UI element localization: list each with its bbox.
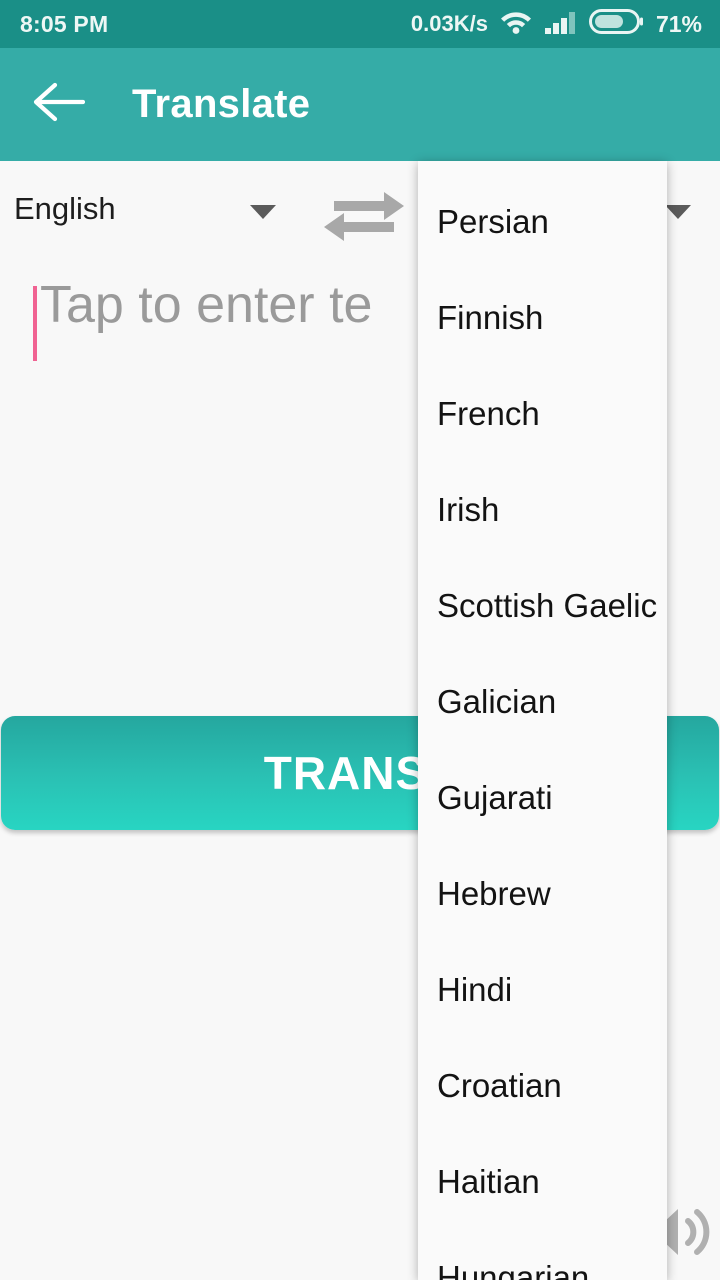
battery-percent-label: 71%: [655, 10, 702, 37]
battery-icon: [588, 8, 643, 40]
chevron-down-icon: [250, 205, 276, 219]
swap-horizontal-arrows-icon: [318, 192, 410, 249]
status-bar: 8:05 PM 0.03K/s 71%: [0, 0, 720, 48]
dropdown-item[interactable]: Croatian: [418, 1038, 667, 1134]
dropdown-item[interactable]: Persian: [418, 174, 667, 270]
dropdown-item[interactable]: Galician: [418, 654, 667, 750]
wifi-icon: [499, 9, 533, 40]
dropdown-item[interactable]: Hindi: [418, 942, 667, 1038]
dropdown-item[interactable]: Hebrew: [418, 846, 667, 942]
back-arrow-icon: [33, 81, 86, 128]
dropdown-item[interactable]: Scottish Gaelic: [418, 558, 667, 654]
status-bar-indicators: 0.03K/s 71%: [411, 8, 702, 40]
back-button[interactable]: [22, 68, 96, 142]
text-caret: [33, 286, 37, 361]
dropdown-item[interactable]: Hungarian: [418, 1230, 667, 1280]
page-title: Translate: [132, 82, 311, 126]
signal-bars-icon: [544, 9, 578, 40]
network-speed-label: 0.03K/s: [410, 11, 488, 36]
source-language-label: English: [14, 191, 116, 226]
dropdown-item[interactable]: French: [418, 366, 667, 462]
source-text-placeholder: Tap to enter te: [40, 276, 373, 334]
app-screen: 8:05 PM 0.03K/s 71% Translate English Ta…: [0, 0, 720, 1280]
app-bar: Translate: [0, 48, 720, 161]
dropdown-item[interactable]: Finnish: [418, 270, 667, 366]
chevron-down-icon: [665, 205, 691, 219]
dropdown-item[interactable]: Irish: [418, 462, 667, 558]
dropdown-item[interactable]: Haitian: [418, 1134, 667, 1230]
dropdown-item[interactable]: Gujarati: [418, 750, 667, 846]
language-dropdown-menu[interactable]: Persian Finnish French Irish Scottish Ga…: [418, 161, 667, 1280]
status-bar-clock: 8:05 PM: [20, 10, 109, 37]
source-language-dropdown[interactable]: English: [14, 191, 284, 227]
swap-languages-button[interactable]: [318, 185, 410, 245]
